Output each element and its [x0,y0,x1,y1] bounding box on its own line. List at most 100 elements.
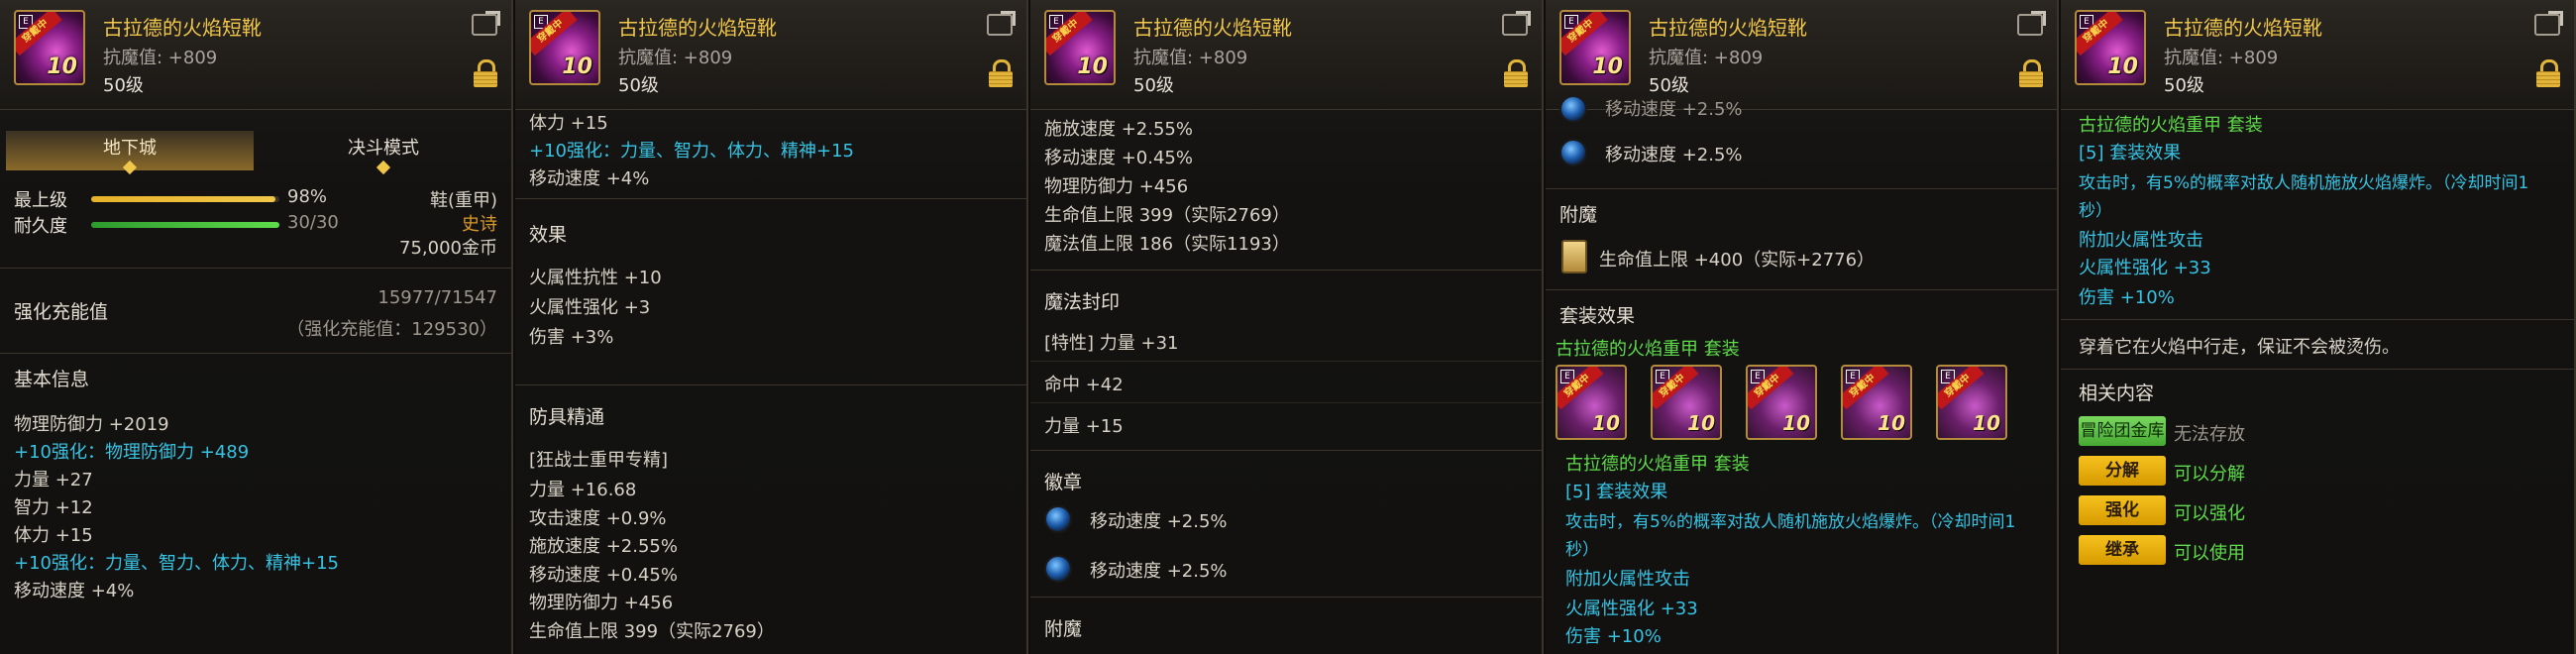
stat-line: 火属性强化 +3 [529,297,651,318]
item-resist: 抗魔值: +809 [1133,48,1248,68]
set-extra-3: 伤害 +10% [1565,626,1662,647]
set-desc-1: 攻击时，有5%的概率对敌人随机施放火焰爆炸。（冷却时间1 [1565,512,2016,532]
enhance-level: 10 [1592,54,1623,79]
set-item-icon[interactable]: E 穿戴中 10 [1841,365,1912,440]
item-header: E 穿戴中 10 古拉德的火焰短靴 抗魔值: +809 50级 [1546,0,2057,110]
item-boots-icon: E 穿戴中 10 [529,10,600,85]
stat-line: 物理防御力 +456 [529,593,674,613]
lock-icon[interactable] [1504,59,1528,87]
emblem-orb-icon [1559,95,1587,123]
durability-bar-fill [91,222,279,228]
emblem-stat-cut: 移动速度 +2.5% [1605,99,1743,120]
enhance-level: 10 [1878,411,1905,435]
set-extra-1: 附加火属性攻击 [2079,230,2203,251]
item-boots-icon: E 穿戴中 10 [1044,10,1116,85]
item-type: 鞋(重甲) [429,190,497,211]
item-resist: 抗魔值: +809 [618,48,733,68]
stat-line: 移动速度 +4% [14,581,135,601]
enhance-level: 10 [1592,411,1620,435]
lock-icon[interactable] [2019,59,2043,87]
seal-title: 魔法封印 [1044,291,1121,313]
item-boots-icon: E 穿戴中 10 [2075,10,2146,85]
seal-hit: 命中 +42 [1044,375,1124,395]
item-name: 古拉德的火焰短靴 [103,16,262,40]
set-bonus: [5] 套装效果 [1565,482,1668,502]
stat-line: 智力 +12 [14,497,93,518]
related-button[interactable]: 分解 [2079,456,2166,486]
related-status: 可以分解 [2174,464,2245,485]
tooltip-panel-4: E 穿戴中 10 古拉德的火焰短靴 抗魔值: +809 50级 移动速度 +2.… [1546,0,2059,654]
related-button[interactable]: 继承 [2079,535,2166,565]
flavor-text: 穿着它在火焰中行走，保证不会被烫伤。 [2079,337,2400,358]
basic-info-title: 基本信息 [14,369,90,390]
lock-icon[interactable] [2536,59,2560,87]
set-item-icon[interactable]: E 穿戴中 10 [1651,365,1722,440]
share-icon[interactable] [1502,11,1531,36]
emblem-stat: 移动速度 +2.5% [1090,511,1228,532]
item-boots-icon: E 穿戴中 10 [1559,10,1631,85]
item-header: E 穿戴中 10 古拉德的火焰短靴 抗魔值: +809 50级 [0,0,511,110]
related-status: 无法存放 [2174,424,2245,445]
stat-line: 施放速度 +2.55% [529,536,678,557]
enhance-level: 10 [1077,54,1108,79]
enhance-level: 10 [562,54,592,79]
share-icon[interactable] [2534,11,2563,36]
enhance-level: 10 [2107,54,2138,79]
set-desc-2: 秒） [2079,201,2112,221]
set-name: 古拉德的火焰重甲 套装 [1556,339,1740,360]
set-item-icon[interactable]: E 穿戴中 10 [1746,365,1817,440]
tab-dungeon[interactable]: 地下城 [6,131,254,175]
stat-line: 物理防御力 +2019 [14,414,169,435]
enchant-card-icon [1561,240,1587,273]
tooltip-panel-1: E 穿戴中 10 古拉德的火焰短靴 抗魔值: +809 50级 地下城 决斗模式… [0,0,513,654]
related-status: 可以使用 [2174,543,2245,564]
stat-line: 伤害 +3% [529,327,614,348]
set-item-icon[interactable]: E 穿戴中 10 [1936,365,2007,440]
related-status: 可以强化 [2174,503,2245,524]
lock-icon[interactable] [474,59,497,87]
tooltip-panel-3: E 穿戴中 10 古拉德的火焰短靴 抗魔值: +809 50级 施放速度 +2.… [1030,0,1544,654]
stat-line: 魔法值上限 186（实际1193） [1044,234,1290,255]
set-extra-2: 火属性强化 +33 [1565,599,1698,619]
stat-line: 移动速度 +0.45% [1044,148,1193,168]
enhance-level: 10 [1782,411,1810,435]
tab-pvp[interactable]: 决斗模式 [260,131,507,175]
grade-value: 98% [287,186,328,207]
set-extra-1: 附加火属性攻击 [1565,569,1690,590]
item-level: 50级 [1649,75,1689,96]
set-extra-2: 火属性强化 +33 [2079,258,2211,278]
item-name: 古拉德的火焰短靴 [2164,16,2322,40]
mastery-class: [狂战士重甲专精] [529,450,669,471]
share-icon[interactable] [987,11,1016,36]
item-name: 古拉德的火焰短靴 [1649,16,1807,40]
durability-label: 耐久度 [14,216,67,237]
stat-line: 体力 +15 [529,113,608,134]
seal-special: [特性] 力量 +31 [1044,333,1179,354]
emblem-orb-icon [1559,139,1587,166]
stat-line: 移动速度 +4% [529,168,650,189]
enchant-stat: 生命值上限 +400（实际+2776） [1599,250,1876,271]
share-icon[interactable] [472,11,500,36]
set-icon-row: E 穿戴中 10 E 穿戴中 10 E 穿戴中 10 E 穿戴中 10 E 穿戴中 10 [1556,365,2051,444]
related-button[interactable]: 强化 [2079,495,2166,525]
stat-line: 施放速度 +2.55% [1044,119,1193,140]
stat-line: 生命值上限 399（实际2769） [529,620,775,642]
emblem-orb-icon [1044,505,1072,533]
stat-line: +10强化：力量、智力、体力、精神+15 [529,141,854,162]
emblem-stat: 移动速度 +2.5% [1090,561,1228,582]
set-extra-3: 伤害 +10% [2079,287,2175,308]
emblem-orb-icon [1044,555,1072,583]
stat-line: +10强化：物理防御力 +489 [14,442,250,463]
emblem-stat: 移动速度 +2.5% [1605,145,1743,165]
related-title: 相关内容 [2079,382,2155,404]
item-level: 50级 [618,75,659,96]
mastery-title: 防具精通 [529,406,605,428]
share-icon[interactable] [2017,11,2046,36]
lock-icon[interactable] [989,59,1013,87]
item-header: E 穿戴中 10 古拉德的火焰短靴 抗魔值: +809 50级 [515,0,1026,110]
item-level: 50级 [103,75,144,96]
item-resist: 抗魔值: +809 [2164,48,2279,68]
set-item-icon[interactable]: E 穿戴中 10 [1556,365,1627,440]
related-button[interactable]: 冒险团金库 [2079,416,2166,446]
enchant-title: 附魔 [1044,618,1083,640]
